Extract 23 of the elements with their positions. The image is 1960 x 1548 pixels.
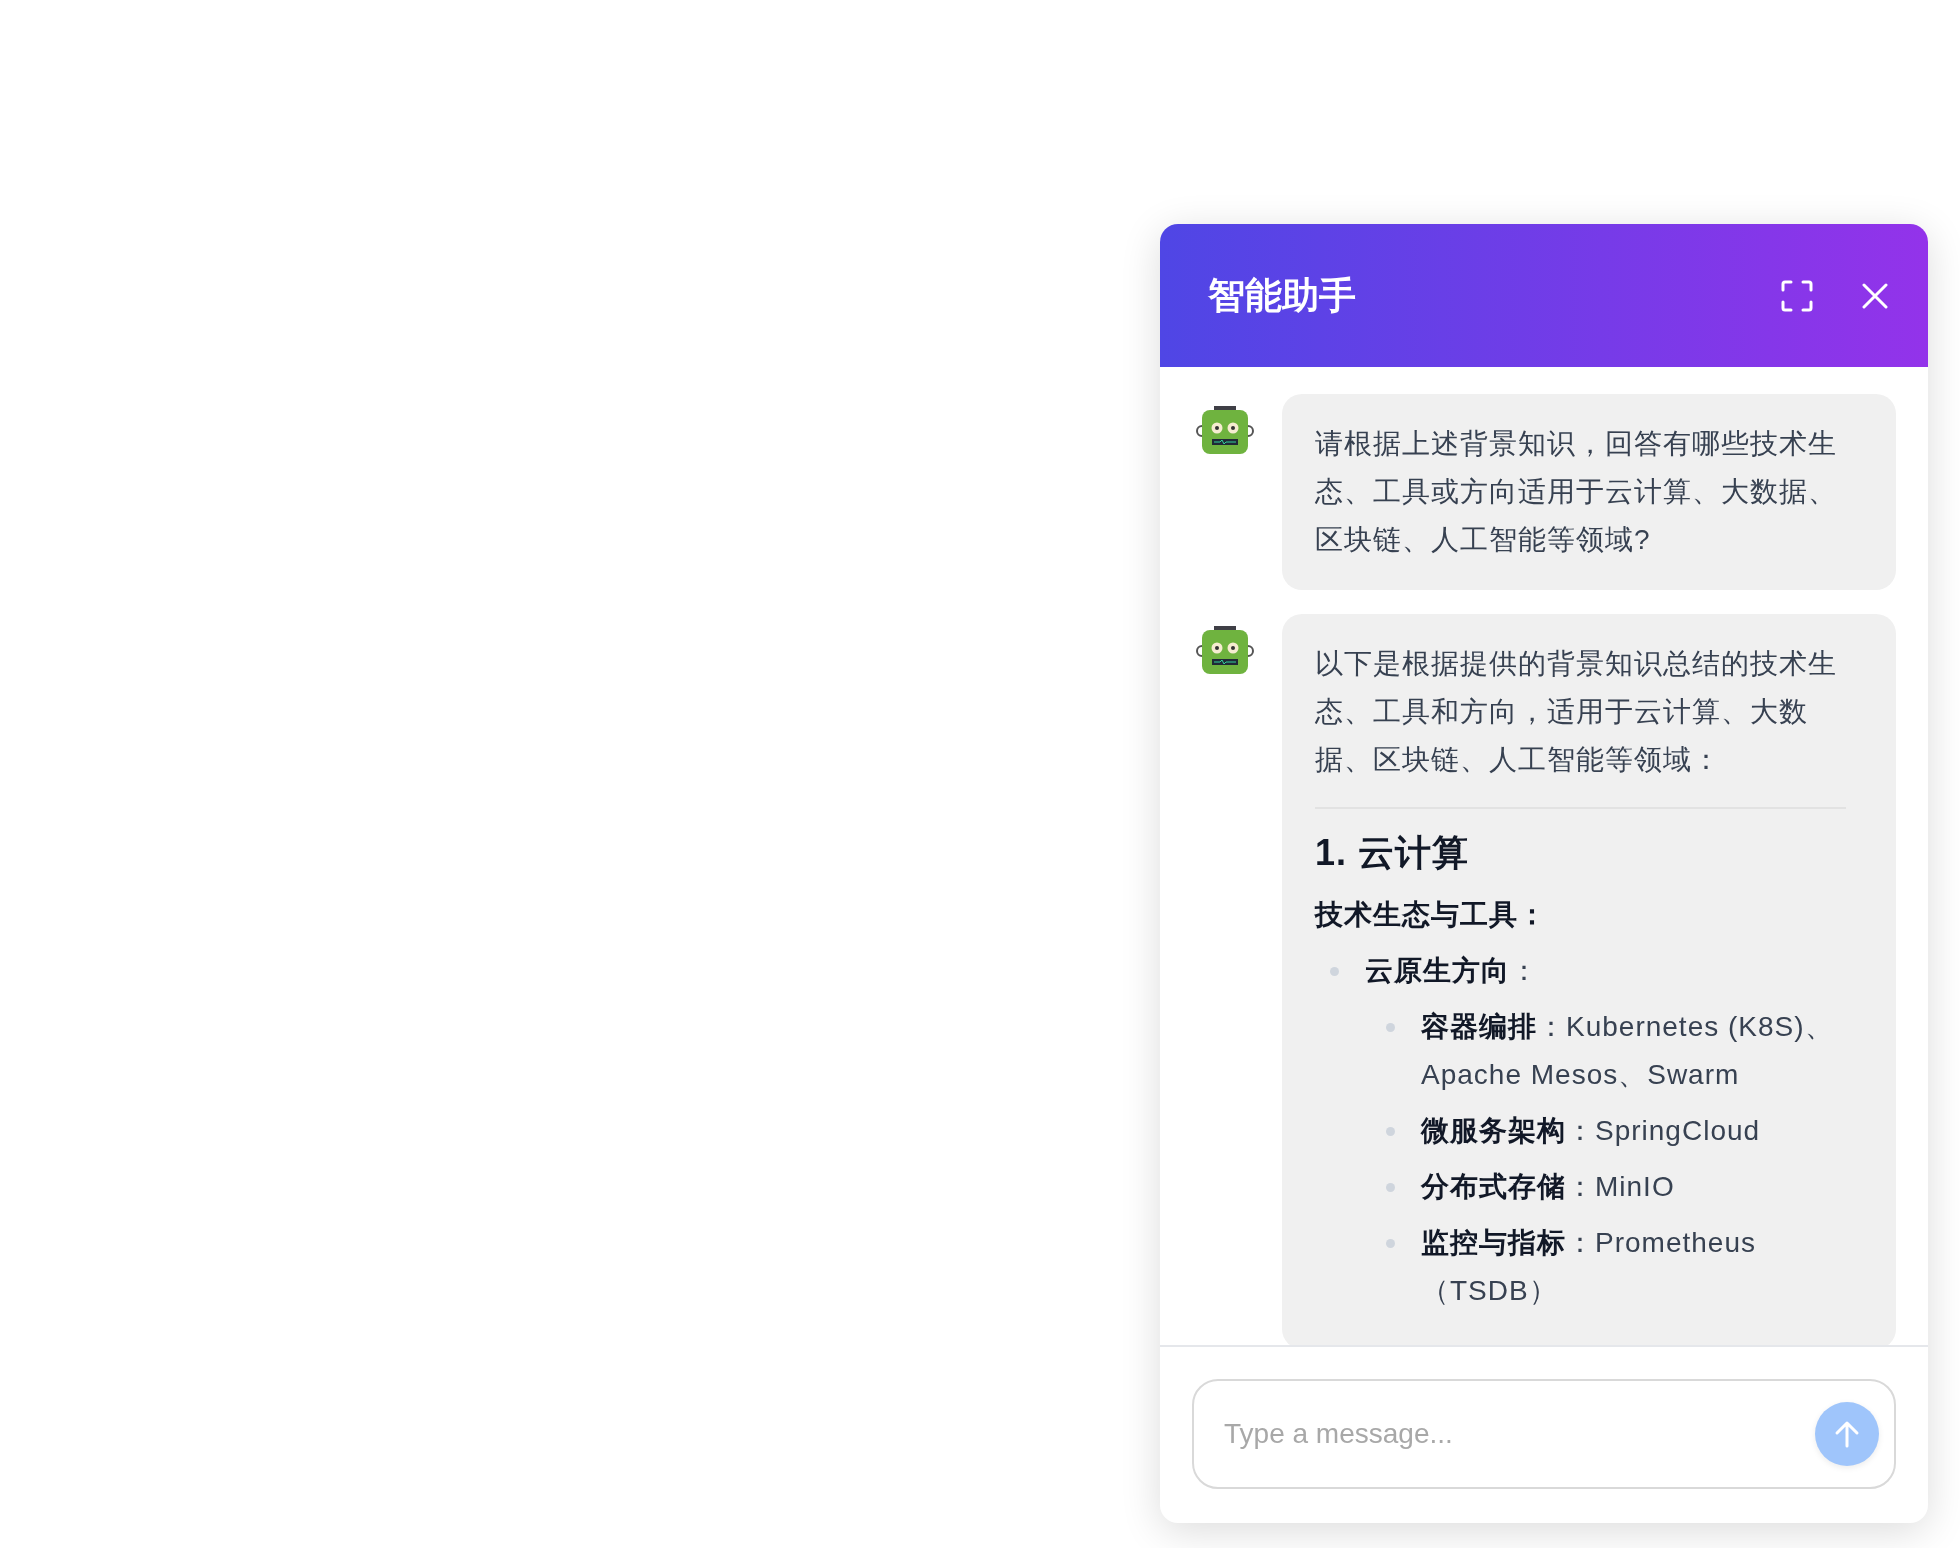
robot-avatar-icon	[1196, 406, 1254, 454]
message-input-field[interactable]: Type a message...	[1192, 1379, 1896, 1489]
arrow-up-icon	[1834, 1420, 1860, 1448]
bullet-icon	[1386, 1023, 1395, 1032]
list-item-text: 微服务架构：SpringCloud	[1421, 1114, 1761, 1148]
window-title: 智能助手	[1208, 273, 1356, 318]
list-item-text: 分布式存储：MinIO	[1421, 1170, 1675, 1204]
message-text: 以下是根据提供的背景知识总结的技术生态、工具和方向，适用于云计算、大数据、区块链、人工智能等领域：	[1315, 647, 1838, 777]
bullet-icon	[1386, 1183, 1395, 1192]
close-icon	[1862, 282, 1888, 309]
list-item-text: 监控与指标：Prometheus（TSDB）	[1421, 1226, 1757, 1308]
bullet-icon	[1386, 1127, 1395, 1136]
list-item-text: 云原生方向：	[1365, 954, 1539, 988]
fullscreen-button[interactable]	[1780, 278, 1814, 313]
subsection-label: 技术生态与工具：	[1315, 898, 1548, 932]
close-button[interactable]	[1862, 282, 1888, 309]
bullet-icon	[1330, 967, 1339, 976]
bullet-icon	[1386, 1239, 1395, 1248]
list-item-text: 容器编排：Kubernetes (K8S)、Apache Mesos、Swarm	[1421, 1010, 1835, 1092]
message-text: 请根据上述背景知识，回答有哪些技术生态、工具或方向适用于云计算、大数据、区块链、人工智能等领域?	[1315, 427, 1838, 557]
section-heading: 1. 云计算	[1315, 831, 1471, 875]
fullscreen-icon	[1780, 278, 1814, 313]
robot-avatar-icon	[1196, 626, 1254, 674]
